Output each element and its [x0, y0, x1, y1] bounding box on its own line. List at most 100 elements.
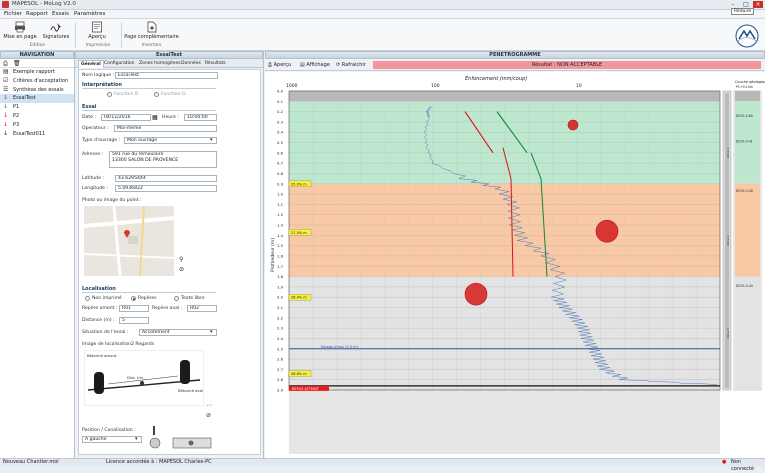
close-icon[interactable]: ×	[753, 1, 763, 8]
maximize-icon[interactable]: □	[741, 1, 751, 8]
menu-rapport[interactable]: Rapport	[26, 11, 48, 17]
sidebar-item-p1[interactable]: ↓ P1	[0, 103, 74, 112]
arrow-down-icon: ↓	[3, 120, 9, 128]
group-insertion: Insertion	[141, 43, 162, 48]
y-tick-label: 1.8	[277, 274, 284, 279]
navigation-title: NAVIGATION	[0, 51, 74, 59]
latitude-input[interactable]: 43.6295444	[115, 175, 217, 182]
menu-essais[interactable]: Essais	[52, 11, 69, 17]
rafraichir-button[interactable]: ⟳ Rafraichir	[336, 62, 366, 68]
non-imprime-radio[interactable]	[85, 296, 90, 301]
depth-marker-label: 28.6% m	[291, 372, 307, 376]
divider	[82, 292, 216, 293]
anomaly-circle	[567, 119, 579, 131]
repere-aval-input[interactable]: R02	[187, 305, 217, 312]
divider	[82, 88, 216, 89]
chevron-down-icon[interactable]: ▾	[135, 436, 138, 442]
tab-configuration[interactable]: Configuration	[102, 60, 137, 68]
texte-libre-radio[interactable]	[174, 296, 179, 301]
sidebar-item-label: P3	[13, 121, 20, 128]
essai-panel: EssaiTest Général Configuration Zones ho…	[75, 51, 264, 458]
y-tick-label: 2.2	[277, 315, 284, 320]
heure-input[interactable]: 10:00:00	[184, 114, 217, 121]
reperes-radio[interactable]	[131, 296, 136, 301]
repere-aval-label: Repère aval :	[152, 306, 183, 311]
sidebar-item-label: Exemple rapport	[13, 69, 55, 75]
nom-label: Nom logique :	[82, 73, 115, 78]
sidebar-item-exemple-rapport[interactable]: ▤ Exemple rapport	[0, 68, 74, 77]
delete-icon[interactable]: ⊘	[179, 266, 184, 273]
sidebar-item-essaitest011[interactable]: ↓ EssaiTest011	[0, 130, 74, 139]
localisation-diagram[interactable]	[84, 350, 204, 406]
y-tick-label: 0.1	[277, 99, 284, 104]
y-tick-label: 0.8	[277, 171, 284, 176]
y-tick-label: 2.6	[277, 357, 284, 362]
img-dist-label: Dist. (m)	[127, 375, 144, 380]
distance-label: Distance (m) :	[82, 318, 115, 323]
couche-band	[735, 183, 760, 277]
tab-resultats[interactable]: Résultats	[203, 60, 228, 68]
menu-fichier[interactable]: Fichier	[4, 11, 22, 17]
tab-zones-homogenes[interactable]: Zones homogènes	[137, 60, 183, 68]
sidebar-item-p3[interactable]: ↓ P3	[0, 121, 74, 130]
menu-parametres[interactable]: Paramètres	[74, 11, 105, 17]
chevron-down-icon[interactable]: ▾	[210, 137, 213, 143]
trash-icon[interactable]: 🗑	[13, 60, 21, 67]
distance-input[interactable]: 5	[119, 317, 149, 324]
image-localisation-value: 2 Regards	[131, 342, 155, 347]
position-select[interactable]: A gauche	[82, 436, 142, 443]
ribbon: Mise en page Signatures Edition Aperçu I…	[0, 19, 765, 51]
sidebar-item-essaitest[interactable]: ↓ EssaiTest	[0, 94, 74, 104]
tab-general[interactable]: Général	[78, 60, 104, 68]
fonction-g-radio[interactable]	[154, 92, 159, 97]
sidebar-item-label: Critères d'acceptation	[13, 77, 69, 84]
sidebar-item-p2[interactable]: ↓ P2	[0, 112, 74, 121]
location-map-image[interactable]	[84, 206, 174, 276]
delete-icon[interactable]: ⊘	[206, 412, 211, 419]
apercu-button[interactable]: Aperçu	[84, 21, 110, 41]
adresse-line-2: 13300 SALON DE PROVENCE	[112, 157, 179, 163]
position-diagram[interactable]	[145, 424, 217, 452]
chevron-down-icon[interactable]: ▾	[210, 329, 213, 335]
repere-amont-label: Repère amont :	[82, 306, 118, 311]
minimize-icon[interactable]: –	[728, 1, 738, 8]
y-tick-label: 0.5	[277, 140, 284, 145]
longitude-input[interactable]: 5.0936822	[115, 185, 217, 192]
repere-amont-input[interactable]: R01	[119, 305, 149, 312]
signature-icon	[50, 23, 61, 32]
x-tick-label: 1000	[286, 83, 298, 89]
ribbon-separator	[75, 22, 76, 48]
latitude-label: Latitude :	[82, 176, 104, 181]
mise-en-page-button[interactable]: Mise en page	[3, 21, 37, 41]
situation-select[interactable]: Accotement	[139, 329, 217, 336]
tab-donnees[interactable]: Données	[179, 60, 203, 68]
y-tick-label: 0.4	[277, 130, 284, 135]
position-label: Position / Canalisation :	[82, 428, 136, 433]
edit-icon[interactable]: ⋯	[206, 402, 212, 409]
adresse-input[interactable]: 591 rue du remoulaire 13300 SALON DE PRO…	[109, 151, 217, 168]
signatures-button[interactable]: Signatures	[40, 21, 72, 41]
operateur-input[interactable]: Moi-meme	[114, 125, 217, 132]
print-icon[interactable]: ⎙	[3, 60, 8, 68]
add-page-icon	[147, 21, 156, 33]
y-tick-label: 0.7	[277, 161, 284, 166]
sidebar-item-synth-se-des-essais[interactable]: ☰ Synthèse des essais	[0, 86, 74, 95]
sidebar-item-crit-res-d-acceptation[interactable]: ☑ Critères d'acceptation	[0, 77, 74, 86]
calendar-icon[interactable]: ▦	[152, 114, 158, 121]
arrow-down-icon: ↓	[3, 94, 9, 102]
date-input[interactable]: 04/11/2016	[101, 114, 151, 121]
affichage-button[interactable]: ▤ Affichage	[300, 62, 330, 68]
y-tick-label: 1.1	[277, 202, 284, 207]
type-ouvrage-select[interactable]: Mon ouvrage	[124, 137, 217, 144]
penetrogramme-chart[interactable]: 1000 100 10 Enfoncement (mm/coup) 0.0 0.1 0.2 0…	[265, 72, 765, 458]
zone-label: Zone 1	[726, 147, 730, 158]
general-form: Nom logique : EssaiTest Interprétation F…	[78, 69, 261, 455]
page-complementaire-button[interactable]: Page complémentaire	[124, 21, 179, 41]
couche-value: DCI% 0.41	[736, 140, 753, 144]
couche-top-label: P1+0.10m	[736, 85, 753, 89]
fonction-b-radio[interactable]	[107, 92, 112, 97]
nom-input[interactable]: EssaiTest	[115, 72, 218, 79]
pin-icon[interactable]: ⚲	[179, 256, 183, 263]
apercu-chart-button[interactable]: ⎙ Aperçu	[268, 62, 291, 68]
couche-label: Couche géologique	[735, 80, 765, 84]
